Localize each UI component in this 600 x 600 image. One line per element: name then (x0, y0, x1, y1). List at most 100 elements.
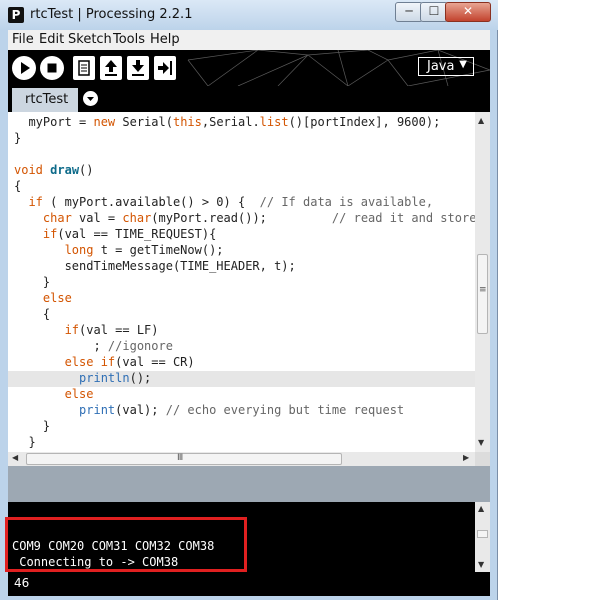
window-title: rtcTest | Processing 2.2.1 (30, 7, 193, 22)
code-keyword: char (122, 211, 152, 225)
scroll-up-icon[interactable]: ▲ (478, 116, 484, 125)
scroll-up-icon[interactable]: ▲ (478, 504, 484, 513)
menu-help[interactable]: Help (150, 32, 180, 47)
code-line: void draw() (14, 163, 94, 179)
title-bar[interactable]: P rtcTest | Processing 2.2.1 ─ ☐ ✕ (0, 0, 498, 30)
mode-selector[interactable]: Java ▼ (418, 57, 474, 76)
code-line: char val = char(myPort.read()); // read … (14, 211, 475, 227)
new-icon (78, 60, 90, 76)
code-text: sendTimeMessage(TIME_HEADER, t); (14, 259, 296, 273)
console-scrollbar[interactable]: ▲ ▼ (475, 502, 490, 572)
line-number: 46 (14, 576, 30, 590)
editor-hscroll-thumb[interactable]: Ⅲ (26, 453, 342, 465)
code-line: ; //igonore (14, 339, 173, 355)
run-icon (21, 62, 30, 74)
code-text: Serial( (115, 115, 173, 129)
code-text: { (14, 179, 22, 193)
code-keyword: if (42, 227, 58, 241)
scroll-down-icon[interactable]: ▼ (478, 560, 484, 569)
tab-menu-button[interactable] (83, 91, 98, 106)
code-keyword: void (14, 163, 43, 177)
processing-window: P rtcTest | Processing 2.2.1 ─ ☐ ✕ File … (0, 0, 498, 600)
scroll-left-icon[interactable]: ◀ (12, 453, 18, 462)
export-button[interactable] (154, 56, 176, 80)
editor-vscroll-thumb[interactable]: ≡ (477, 254, 488, 334)
code-line: if(val == LF) (14, 323, 159, 339)
scrollbar-corner (475, 452, 490, 466)
save-button[interactable] (127, 56, 149, 80)
save-icon (132, 60, 144, 76)
code-keyword: print (79, 403, 116, 417)
highlight-annotation-box (5, 517, 247, 572)
menu-edit[interactable]: Edit (39, 32, 64, 47)
code-text: (val == CR) (115, 355, 195, 369)
minimize-button[interactable]: ─ (395, 2, 423, 22)
code-comment: //igonore (107, 339, 173, 353)
tab-label: rtcTest (25, 92, 69, 107)
run-button[interactable] (12, 56, 36, 80)
code-line: myPort = new Serial(this,Serial.list()[p… (14, 115, 440, 131)
code-text: (); (129, 371, 152, 385)
code-line: if ( myPort.available() > 0) { // If dat… (14, 195, 433, 211)
new-button[interactable] (73, 56, 95, 80)
code-keyword: long (64, 243, 94, 257)
scroll-right-icon[interactable]: ▶ (463, 453, 469, 462)
code-comment: // If data is available, (259, 195, 434, 209)
grip-icon: ≡ (479, 285, 487, 295)
code-keyword: if (28, 195, 43, 209)
code-line: long t = getTimeNow(); (14, 243, 224, 259)
scroll-down-icon[interactable]: ▼ (478, 438, 484, 447)
maximize-button[interactable]: ☐ (420, 2, 448, 22)
editor-horizontal-scrollbar[interactable]: ◀ Ⅲ ▶ (8, 452, 475, 466)
code-comment: // echo everying but time request (165, 403, 405, 417)
code-keyword: this (172, 115, 202, 129)
code-line: { (14, 307, 50, 323)
code-line: } (14, 419, 50, 435)
code-text: t = getTimeNow(); (93, 243, 224, 257)
code-keyword: char (42, 211, 72, 225)
code-comment: // read it and store i (331, 211, 475, 225)
processing-app-icon: P (8, 7, 24, 23)
code-text: } (14, 275, 51, 289)
menu-bar: File Edit Sketch Tools Help (8, 30, 490, 50)
editor-vertical-scrollbar[interactable]: ▲ ≡ ▼ (475, 112, 490, 452)
code-text: } (14, 435, 36, 449)
menu-tools[interactable]: Tools (113, 32, 145, 47)
close-button[interactable]: ✕ (445, 2, 491, 22)
code-text: () (79, 163, 94, 177)
console-scroll-thumb[interactable] (477, 530, 488, 538)
code-line: } (14, 435, 36, 451)
code-keyword: else (64, 387, 94, 401)
code-text: val = (71, 211, 123, 225)
stop-icon (47, 63, 57, 73)
stop-button[interactable] (40, 56, 64, 80)
chevron-down-icon (87, 97, 94, 101)
line-number-bar: 46 (8, 572, 490, 596)
code-text: } (14, 419, 51, 433)
code-line: println(); (14, 371, 151, 387)
tab-rtctest[interactable]: rtcTest (12, 88, 78, 112)
code-line: print(val); // echo everying but time re… (14, 403, 404, 419)
code-line: else (14, 291, 72, 307)
code-text: (val); (115, 403, 166, 417)
code-editor[interactable]: myPort = new Serial(this,Serial.list()[p… (8, 112, 475, 452)
code-line: else (14, 387, 94, 403)
code-text: } (14, 131, 22, 145)
code-text: myPort = (14, 115, 94, 129)
code-keyword: if (64, 323, 80, 337)
code-keyword: else (42, 291, 72, 305)
menu-sketch[interactable]: Sketch (68, 32, 112, 47)
code-line: sendTimeMessage(TIME_HEADER, t); (14, 259, 296, 275)
open-icon (105, 60, 117, 76)
code-line: } (14, 275, 50, 291)
open-button[interactable] (100, 56, 122, 80)
menu-file[interactable]: File (12, 32, 34, 47)
